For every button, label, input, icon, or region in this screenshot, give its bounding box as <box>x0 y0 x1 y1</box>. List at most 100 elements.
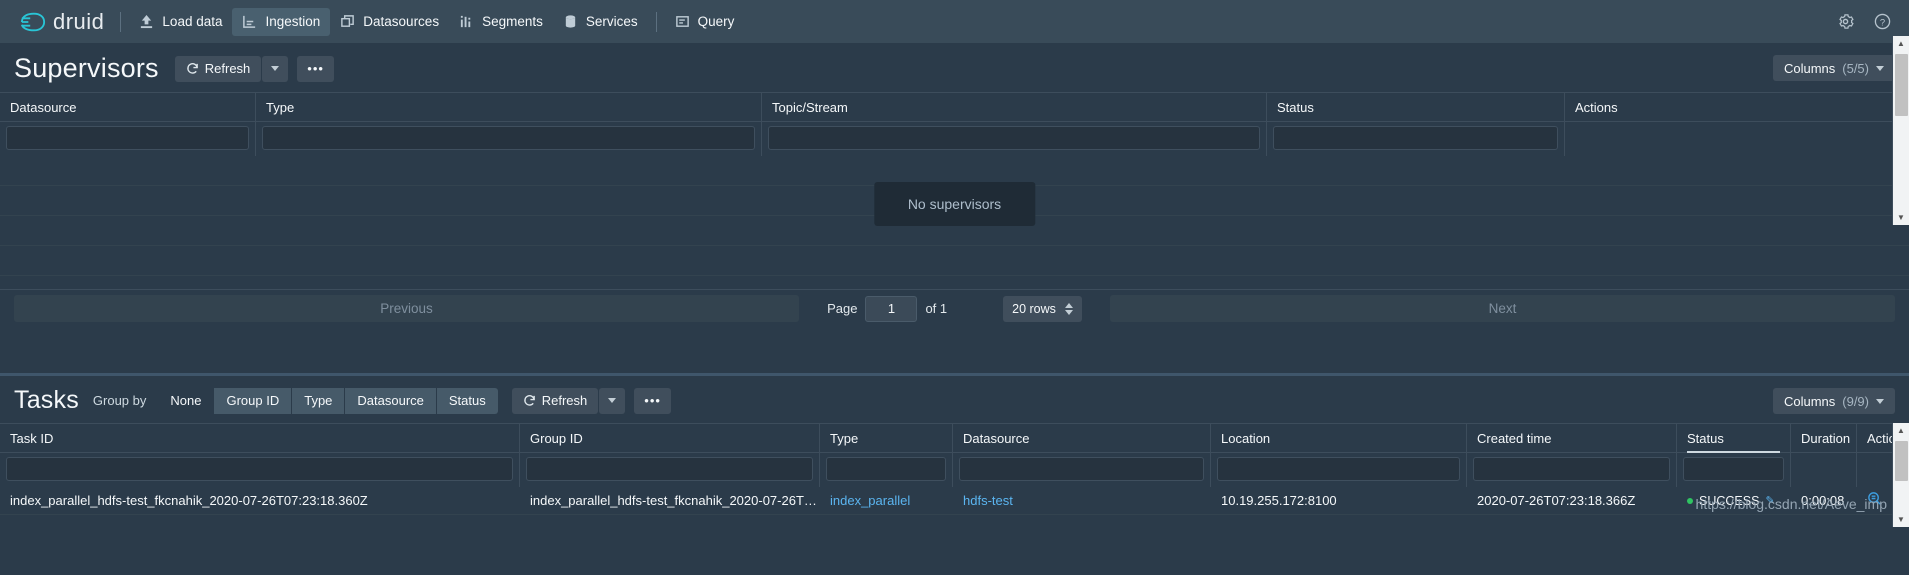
datasources-icon <box>340 14 355 29</box>
cell-datasource[interactable]: hdfs-test <box>953 493 1211 508</box>
filter-input-datasource[interactable] <box>959 457 1204 481</box>
brand-name: druid <box>53 8 105 34</box>
rows-per-page-label: 20 rows <box>1012 301 1056 316</box>
filter-input-topic-stream[interactable] <box>768 126 1260 150</box>
supervisors-columns-button[interactable]: Columns (5/5) <box>1772 55 1895 81</box>
group-by-group-id[interactable]: Group ID <box>214 387 292 414</box>
supervisors-table: Datasource Type Topic/Stream Status Acti… <box>0 36 1909 289</box>
tasks-columns-count: (9/9) <box>1842 393 1869 409</box>
scroll-up-icon[interactable]: ▲ <box>1897 36 1905 51</box>
empty-row <box>0 246 1909 276</box>
supervisors-vertical-scrollbar[interactable]: ▲ ▼ <box>1892 36 1909 225</box>
rows-per-page-select[interactable]: 20 rows <box>1003 295 1082 322</box>
tasks-refresh-dropdown[interactable] <box>599 387 626 414</box>
column-header-datasource[interactable]: Datasource <box>953 424 1211 452</box>
nav-item-datasources[interactable]: Datasources <box>330 8 449 36</box>
filter-input-status[interactable] <box>1273 126 1558 150</box>
tasks-table-header: Task ID Group ID Type Datasource Locatio… <box>0 423 1909 453</box>
tasks-vertical-scrollbar[interactable]: ▲ ▼ <box>1892 423 1909 527</box>
column-header-topic-stream[interactable]: Topic/Stream <box>762 93 1267 121</box>
gear-icon[interactable] <box>1837 13 1854 30</box>
scrollbar-thumb[interactable] <box>1895 441 1908 481</box>
filter-input-status[interactable] <box>1683 457 1784 481</box>
tasks-refresh-button[interactable]: Refresh <box>511 387 599 414</box>
filter-cell-status <box>1677 453 1791 487</box>
group-by-label: Group by <box>92 393 147 408</box>
group-by-segmented-control: None Group ID Type Datasource Status <box>158 387 498 414</box>
cell-type[interactable]: index_parallel <box>820 493 953 508</box>
column-header-created-time[interactable]: Created time <box>1467 424 1677 452</box>
scroll-down-icon[interactable]: ▼ <box>1897 512 1905 527</box>
supervisors-pagination: Previous Page of 1 20 rows Next <box>0 289 1909 327</box>
group-by-status[interactable]: Status <box>436 387 498 414</box>
supervisors-more-button[interactable]: ••• <box>297 55 334 82</box>
supervisors-refresh-dropdown[interactable] <box>262 55 289 82</box>
tasks-title: Tasks <box>14 386 79 414</box>
column-header-type[interactable]: Type <box>820 424 953 452</box>
chevron-down-icon <box>1876 65 1884 71</box>
column-header-duration[interactable]: Duration <box>1791 424 1857 452</box>
supervisors-empty-body: No supervisors <box>0 156 1909 289</box>
nav-item-services[interactable]: Services <box>553 8 648 36</box>
no-supervisors-message: No supervisors <box>873 182 1036 226</box>
column-header-status[interactable]: Status <box>1677 424 1791 453</box>
table-row[interactable]: index_parallel_hdfs-test_fkcnahik_2020-0… <box>0 487 1909 515</box>
filter-input-type[interactable] <box>262 126 755 150</box>
filter-cell-datasource <box>953 453 1211 487</box>
next-page-button[interactable]: Next <box>1109 295 1895 322</box>
scroll-down-icon[interactable]: ▼ <box>1897 210 1905 225</box>
tasks-table: Task ID Group ID Type Datasource Locatio… <box>0 423 1909 527</box>
scrollbar-thumb[interactable] <box>1895 54 1908 116</box>
supervisors-columns-label: Columns <box>1783 60 1836 76</box>
supervisors-filter-row <box>0 122 1909 156</box>
nav-item-ingestion[interactable]: Ingestion <box>232 7 331 36</box>
filter-input-datasource[interactable] <box>6 126 249 150</box>
supervisors-pane: Supervisors Refresh ••• Columns (5/5) Da… <box>0 36 1909 373</box>
help-icon[interactable]: ? <box>1874 13 1891 30</box>
page-number-input[interactable] <box>865 295 918 322</box>
nav-label-load-data: Load data <box>162 14 223 29</box>
filter-cell-status <box>1267 122 1565 156</box>
nav-item-query[interactable]: Query <box>665 8 745 36</box>
supervisors-table-header: Datasource Type Topic/Stream Status Acti… <box>0 92 1909 122</box>
druid-logo-icon <box>20 11 46 33</box>
column-header-group-id[interactable]: Group ID <box>520 424 820 452</box>
filter-input-type[interactable] <box>826 457 946 481</box>
scroll-up-icon[interactable]: ▲ <box>1897 423 1905 438</box>
column-header-actions[interactable]: Actions <box>1565 93 1892 121</box>
database-icon <box>563 14 578 29</box>
nav-label-ingestion: Ingestion <box>265 14 321 29</box>
filter-input-location[interactable] <box>1217 457 1460 481</box>
ingestion-icon <box>242 14 257 29</box>
supervisors-refresh-button[interactable]: Refresh <box>174 55 262 82</box>
previous-page-button[interactable]: Previous <box>14 295 800 322</box>
group-by-datasource[interactable]: Datasource <box>345 387 436 414</box>
nav-item-load-data[interactable]: Load data <box>129 8 232 36</box>
filter-cell-datasource <box>0 122 256 156</box>
query-icon <box>675 14 690 29</box>
filter-cell-group-id <box>520 453 820 487</box>
column-header-datasource[interactable]: Datasource <box>0 93 256 121</box>
stepper-icon <box>1064 302 1073 315</box>
filter-cell-topic-stream <box>762 122 1267 156</box>
filter-input-created-time[interactable] <box>1473 457 1670 481</box>
column-header-type[interactable]: Type <box>256 93 762 121</box>
svg-text:?: ? <box>1880 17 1885 28</box>
column-header-location[interactable]: Location <box>1211 424 1467 452</box>
page-total-label: of 1 <box>925 301 948 316</box>
refresh-icon <box>186 62 199 75</box>
tasks-columns-button[interactable]: Columns (9/9) <box>1772 388 1895 414</box>
group-by-type[interactable]: Type <box>292 387 345 414</box>
brand-logo[interactable]: druid <box>14 9 112 35</box>
group-by-none[interactable]: None <box>158 387 214 414</box>
filter-input-task-id[interactable] <box>6 457 513 481</box>
cell-created-time: 2020-07-26T07:23:18.366Z <box>1477 493 1636 508</box>
filter-cell-type <box>256 122 762 156</box>
column-header-task-id[interactable]: Task ID <box>0 424 520 452</box>
filter-input-group-id[interactable] <box>526 457 813 481</box>
top-navbar: druid Load data Ingestion Datasources Se… <box>0 0 1909 43</box>
refresh-icon <box>523 394 536 407</box>
nav-item-segments[interactable]: Segments <box>449 8 553 36</box>
column-header-status[interactable]: Status <box>1267 93 1565 121</box>
tasks-more-button[interactable]: ••• <box>634 387 671 414</box>
